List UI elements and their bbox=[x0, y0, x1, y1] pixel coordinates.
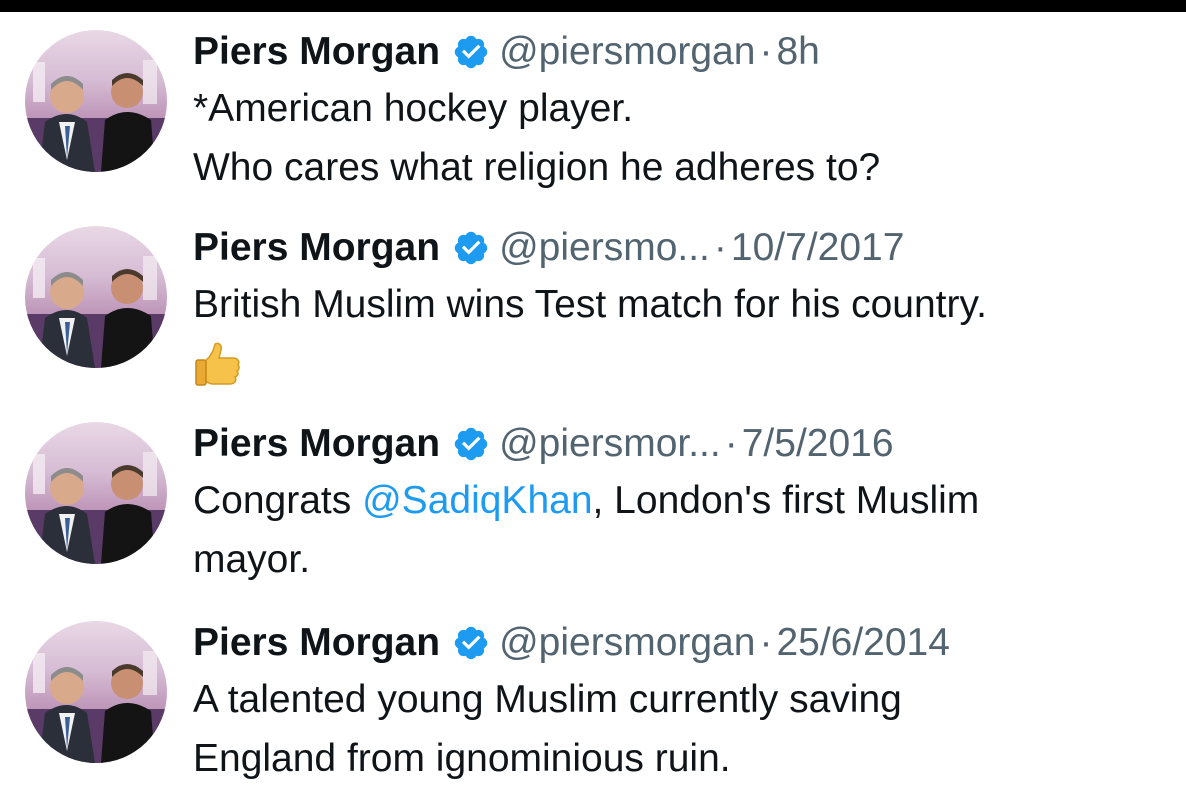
display-name[interactable]: Piers Morgan bbox=[193, 226, 440, 270]
timestamp[interactable]: 7/5/2016 bbox=[742, 422, 894, 466]
verified-badge-icon bbox=[454, 35, 488, 69]
display-name[interactable]: Piers Morgan bbox=[193, 30, 440, 74]
separator-dot: · bbox=[759, 621, 773, 664]
tweet-line: Who cares what religion he adheres to? bbox=[193, 146, 881, 189]
tweet-line: *American hockey player. bbox=[193, 87, 634, 130]
tweet-line: British Muslim wins Test match for his c… bbox=[193, 283, 987, 326]
display-name[interactable]: Piers Morgan bbox=[193, 422, 440, 466]
handle[interactable]: @piersmorgan bbox=[499, 30, 755, 74]
tweet-header: Piers Morgan @piersmo... · 10/7/2017 bbox=[193, 220, 904, 276]
mention-link[interactable]: @SadiqKhan bbox=[362, 479, 592, 522]
avatar[interactable] bbox=[25, 30, 167, 172]
text-segment: Congrats bbox=[193, 479, 363, 522]
top-black-bar bbox=[0, 0, 1186, 12]
verified-badge-icon bbox=[454, 626, 488, 660]
tweet-text: Congrats @SadiqKhan, London's first Musl… bbox=[193, 471, 1178, 589]
timestamp[interactable]: 10/7/2017 bbox=[731, 226, 905, 270]
avatar[interactable] bbox=[25, 621, 167, 763]
tweet-text: A talented young Muslim currently saving… bbox=[193, 670, 1178, 788]
timestamp[interactable]: 25/6/2014 bbox=[776, 621, 950, 665]
timestamp[interactable]: 8h bbox=[776, 30, 819, 74]
separator-dot: · bbox=[759, 30, 773, 73]
tweet-header: Piers Morgan @piersmorgan · 8h bbox=[193, 24, 820, 80]
tweet-text: *American hockey player. Who cares what … bbox=[193, 79, 1178, 197]
display-name[interactable]: Piers Morgan bbox=[193, 621, 440, 665]
handle[interactable]: @piersmorgan bbox=[499, 621, 755, 665]
thumbs-up-icon bbox=[195, 342, 240, 386]
separator-dot: · bbox=[724, 422, 738, 465]
handle[interactable]: @piersmor... bbox=[499, 422, 721, 466]
avatar[interactable] bbox=[25, 422, 167, 564]
tweet-line: England from ignominious ruin. bbox=[193, 737, 731, 780]
tweet-line: A talented young Muslim currently saving bbox=[193, 678, 902, 721]
handle[interactable]: @piersmo... bbox=[499, 226, 710, 270]
tweet-header: Piers Morgan @piersmorgan · 25/6/2014 bbox=[193, 615, 950, 671]
verified-badge-icon bbox=[454, 427, 488, 461]
avatar[interactable] bbox=[25, 226, 167, 368]
text-segment: , London's first Muslim bbox=[592, 479, 980, 522]
tweet-line: mayor. bbox=[193, 538, 311, 581]
tweet-header: Piers Morgan @piersmor... · 7/5/2016 bbox=[193, 416, 894, 472]
separator-dot: · bbox=[713, 226, 727, 269]
tweet-text: British Muslim wins Test match for his c… bbox=[193, 275, 1178, 390]
tweet-line: Congrats @SadiqKhan, London's first Musl… bbox=[193, 471, 1178, 530]
verified-badge-icon bbox=[454, 231, 488, 265]
